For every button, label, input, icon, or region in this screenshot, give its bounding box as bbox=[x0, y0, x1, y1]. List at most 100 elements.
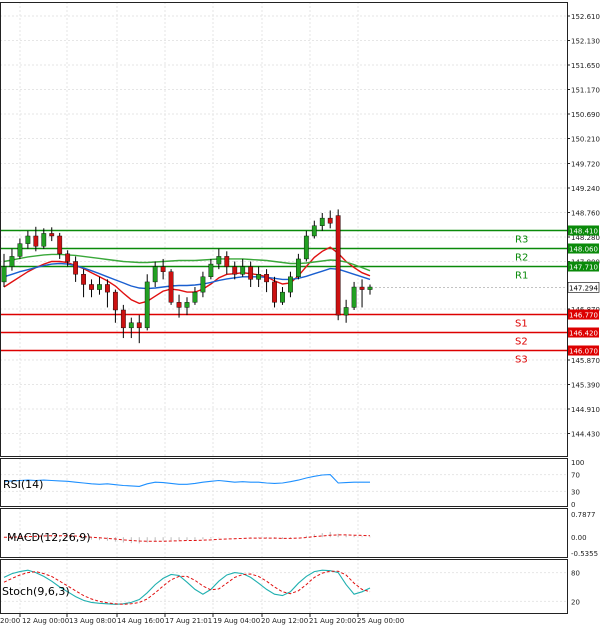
candle-body bbox=[128, 322, 134, 329]
rsi-tick-label: 30 bbox=[571, 488, 580, 496]
candle-body bbox=[240, 266, 246, 275]
panel-border bbox=[0, 2, 568, 457]
macd-panel: MACD(12,26,9) bbox=[3, 531, 371, 544]
y-tick-label: 145.870 bbox=[571, 357, 600, 365]
candle-body bbox=[272, 281, 277, 303]
stochastic-panel: Stoch(9,6,3) bbox=[2, 569, 371, 605]
level-price-label: 146.070 bbox=[569, 348, 598, 356]
candle-body bbox=[184, 302, 190, 308]
macd-title: MACD(12,26,9) bbox=[7, 531, 91, 544]
y-tick-label: 151.170 bbox=[571, 86, 600, 94]
candle-body bbox=[200, 276, 206, 293]
candle-body bbox=[351, 286, 357, 308]
candle-body bbox=[57, 235, 63, 255]
chart-canvas: R3 R2 R1 S1 S2 S3 RSI(14) MACD(12,26,9) Stoch… bbox=[0, 2, 600, 625]
y-tick-label: 148.760 bbox=[571, 210, 600, 218]
candle-body bbox=[288, 276, 293, 293]
rsi-tick-label: 100 bbox=[571, 459, 584, 467]
candle-body bbox=[208, 263, 214, 278]
candle-body bbox=[17, 243, 23, 257]
candle-body bbox=[97, 284, 102, 290]
y-tick-label: 144.910 bbox=[571, 406, 600, 414]
candle-body bbox=[343, 307, 349, 316]
y-tick-label: 151.650 bbox=[571, 62, 600, 70]
candle-body bbox=[295, 258, 301, 278]
y-tick-label: 150.690 bbox=[571, 111, 600, 119]
candle-body bbox=[216, 256, 222, 265]
candle-body bbox=[311, 225, 317, 237]
x-tick-label: 17 Aug 21:01 bbox=[165, 617, 212, 625]
rsi-tick-label: 0 bbox=[571, 501, 575, 509]
candle-body bbox=[280, 291, 285, 303]
panel-border bbox=[0, 559, 568, 614]
current-price-label: 147.294 bbox=[569, 284, 598, 292]
rsi-title: RSI(14) bbox=[3, 478, 43, 491]
candle-body bbox=[33, 235, 39, 247]
candle-body bbox=[105, 284, 110, 293]
candle-body bbox=[224, 256, 230, 267]
candle-body bbox=[319, 217, 325, 226]
rsi-line bbox=[3, 474, 370, 487]
level-price-label: 147.710 bbox=[569, 264, 598, 272]
y-tick-label: 152.610 bbox=[571, 13, 600, 21]
candle-body bbox=[232, 266, 238, 275]
candle-body bbox=[144, 281, 150, 329]
x-tick-label: 21 Aug 20:00 bbox=[309, 617, 356, 625]
candle-body bbox=[41, 233, 47, 247]
x-tick-label: 12 Aug 00:00 bbox=[22, 617, 69, 625]
stoch-title: Stoch(9,6,3) bbox=[2, 585, 70, 598]
x-tick-label: 14 Aug 16:00 bbox=[117, 617, 164, 625]
level-price-label: 148.060 bbox=[569, 246, 598, 254]
candle-body bbox=[264, 274, 269, 283]
macd-tick-label: -0.5355 bbox=[571, 550, 598, 558]
x-tick-label: 13 Aug 08:00 bbox=[69, 617, 116, 625]
candle-body bbox=[120, 309, 126, 329]
candle-body bbox=[335, 215, 341, 316]
stoch-tick-label: 20 bbox=[571, 598, 580, 606]
y-tick-label: 149.720 bbox=[571, 161, 600, 169]
candle-body bbox=[303, 235, 309, 260]
candle-body bbox=[168, 271, 174, 303]
candle-body bbox=[359, 286, 365, 290]
level-label-s2: S2 bbox=[515, 337, 528, 348]
candle-body bbox=[367, 286, 373, 290]
x-tick-label: 20:00 bbox=[0, 617, 20, 625]
x-tick-label: 20 Aug 12:00 bbox=[261, 617, 308, 625]
y-tick-label: 144.430 bbox=[571, 431, 600, 439]
candle-body bbox=[1, 266, 7, 283]
x-tick-label: 25 Aug 00:00 bbox=[357, 617, 404, 625]
candle-body bbox=[248, 266, 254, 280]
level-label-s3: S3 bbox=[515, 355, 528, 366]
rsi-tick-label: 70 bbox=[571, 472, 580, 480]
candle-body bbox=[89, 284, 94, 290]
candle-body bbox=[327, 217, 333, 224]
candle-body bbox=[25, 235, 31, 244]
level-price-label: 146.770 bbox=[569, 312, 598, 320]
candle-body bbox=[65, 253, 71, 262]
level-price-label: 146.420 bbox=[569, 330, 598, 338]
y-tick-label: 149.240 bbox=[571, 185, 600, 193]
level-label-s1: S1 bbox=[515, 319, 528, 330]
level-price-label: 148.410 bbox=[569, 228, 598, 236]
rsi-panel: RSI(14) bbox=[3, 474, 370, 491]
level-label-r1: R1 bbox=[515, 271, 528, 282]
stoch-tick-label: 80 bbox=[571, 570, 580, 578]
y-tick-label: 150.210 bbox=[571, 135, 600, 143]
y-tick-label: 145.390 bbox=[571, 382, 600, 390]
moving-average-line bbox=[3, 246, 371, 305]
candle-body bbox=[9, 256, 15, 267]
candle-body bbox=[192, 291, 198, 303]
y-tick-label: 152.130 bbox=[571, 37, 600, 45]
candle-body bbox=[73, 261, 79, 275]
candle-body bbox=[152, 266, 158, 283]
candle-body bbox=[81, 274, 86, 285]
candle-body bbox=[136, 322, 142, 329]
level-label-r3: R3 bbox=[515, 235, 528, 246]
level-label-r2: R2 bbox=[515, 253, 528, 264]
candle-body bbox=[112, 291, 118, 311]
candle-body bbox=[256, 274, 262, 280]
macd-tick-label: 0.7877 bbox=[571, 511, 596, 519]
candle-body bbox=[49, 233, 55, 237]
price-panel: R3 R2 R1 S1 S2 S3 bbox=[0, 209, 567, 366]
x-tick-label: 19 Aug 04:00 bbox=[213, 617, 260, 625]
